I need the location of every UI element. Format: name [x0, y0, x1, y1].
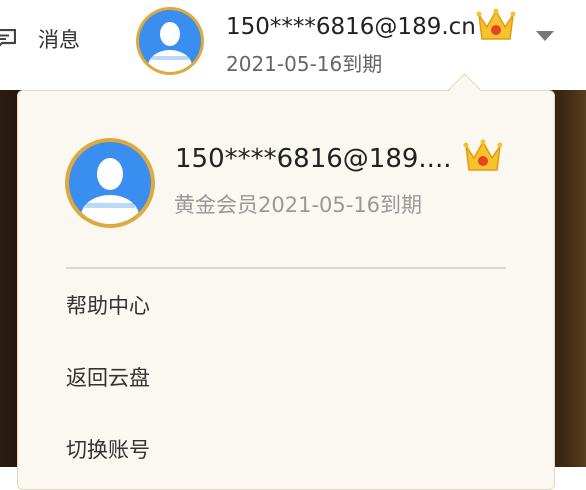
menu-item-switch-account[interactable]: 切换账号 — [66, 436, 150, 464]
divider — [66, 267, 506, 269]
menu-item-return-cloud[interactable]: 返回云盘 — [66, 364, 150, 392]
account-email: 150****6816@189.cn — [226, 14, 476, 40]
crown-icon — [476, 8, 516, 40]
messages-label[interactable]: 消息 — [38, 27, 80, 53]
membership-text: 黄金会员2021-05-16到期 — [174, 193, 423, 217]
crown-icon — [463, 139, 503, 171]
expire-text: 2021-05-16到期 — [226, 52, 383, 76]
panel-account-email: 150****6816@189.... — [175, 144, 452, 174]
menu-item-help-center[interactable]: 帮助中心 — [66, 292, 150, 320]
message-icon[interactable] — [0, 29, 16, 49]
user-avatar-icon[interactable] — [136, 7, 204, 75]
panel-avatar-icon — [65, 138, 155, 228]
chevron-down-icon[interactable] — [536, 31, 554, 41]
top-bar: 消息 150****6816@189.cn 2021-05-16到期 — [0, 0, 586, 90]
